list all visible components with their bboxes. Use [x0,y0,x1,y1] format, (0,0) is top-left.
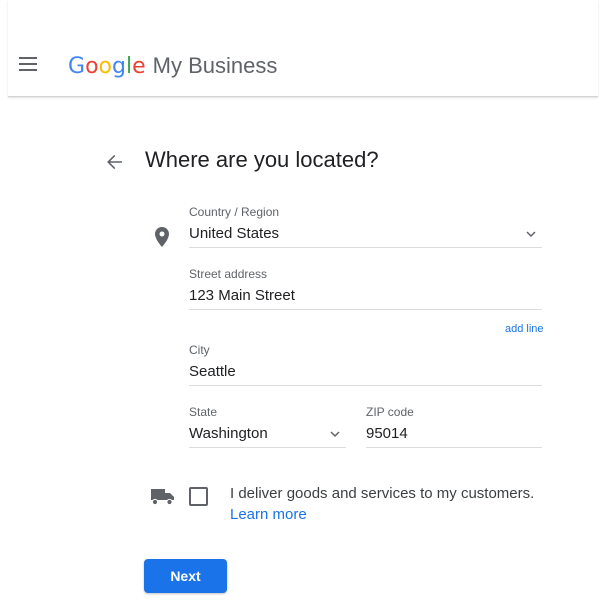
app-bar: Google My Business [8,0,598,97]
add-line-link[interactable]: add line [505,323,544,335]
delivery-truck-icon [151,489,174,506]
street-address-label: Street address [189,267,268,281]
state-select[interactable]: State Washington [189,405,346,449]
street-address-underline [189,309,542,310]
chevron-down-icon [330,431,340,438]
zip-code-field[interactable]: ZIP code 95014 [366,405,542,449]
city-underline [189,385,542,386]
deliver-checkbox[interactable] [189,487,208,506]
hamburger-menu-icon[interactable] [19,57,37,71]
country-select[interactable]: Country / Region United States [189,205,542,249]
city-value: Seattle [189,363,236,380]
google-wordmark: Google [68,54,146,79]
street-address-field[interactable]: Street address 123 Main Street [189,267,542,311]
country-value: United States [189,225,280,242]
country-label: Country / Region [189,205,280,219]
page-title: Where are you located? [145,147,379,172]
google-my-business-logo[interactable]: Google My Business [68,53,277,79]
chevron-down-icon [526,231,536,238]
product-name: My Business [152,53,278,78]
map-pin-icon [155,227,169,247]
next-button[interactable]: Next [144,559,227,593]
learn-more-link[interactable]: Learn more [230,506,307,523]
deliver-label: I deliver goods and services to my custo… [230,485,535,502]
city-label: City [189,343,210,357]
state-label: State [189,405,218,419]
city-field[interactable]: City Seattle [189,343,542,387]
zip-code-value: 95014 [366,425,408,442]
zip-code-underline [366,447,542,448]
zip-code-label: ZIP code [366,405,414,419]
country-underline [189,247,542,248]
state-underline [189,447,346,448]
arrow-left-icon[interactable] [105,152,125,172]
state-value: Washington [189,425,268,442]
street-address-value: 123 Main Street [189,287,295,304]
